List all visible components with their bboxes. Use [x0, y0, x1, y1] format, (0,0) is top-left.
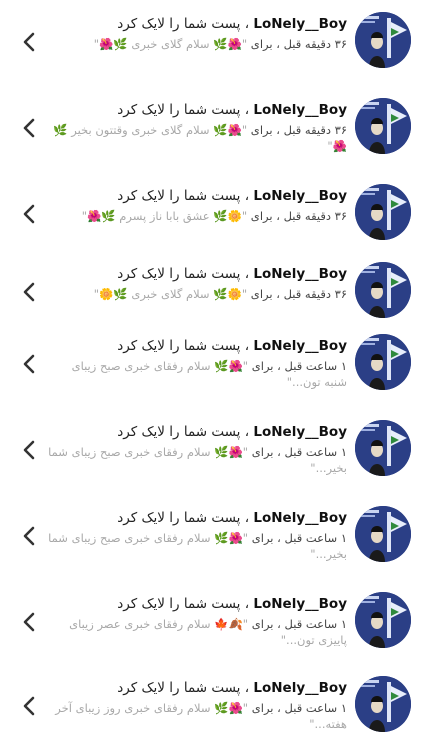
notification-item[interactable]: LoNely__Boy ، پست شما را لایک کرد ۳۶ دقی…	[0, 86, 421, 172]
notification-headline: LoNely__Boy ، پست شما را لایک کرد	[47, 678, 347, 698]
action-text: ، پست شما را لایک کرد	[117, 338, 254, 354]
for-label: ، برای	[248, 617, 285, 631]
action-text: ، پست شما را لایک کرد	[117, 266, 254, 282]
notification-item[interactable]: LoNely__Boy ، پست شما را لایک کرد ۱ ساعت…	[0, 580, 421, 666]
username[interactable]: LoNely__Boy	[253, 338, 347, 354]
for-label: ، برای	[247, 287, 284, 301]
action-text: ، پست شما را لایک کرد	[117, 16, 254, 32]
post-thumbnail-avatar[interactable]	[355, 184, 411, 240]
notification-headline: LoNely__Boy ، پست شما را لایک کرد	[47, 508, 347, 528]
notification-detail: ۱ ساعت قبل ، برای "🌺🌿 سلام رفقای خبری رو…	[47, 700, 347, 732]
username[interactable]: LoNely__Boy	[253, 596, 347, 612]
post-thumbnail-avatar[interactable]	[355, 420, 411, 476]
notification-detail: ۳۶ دقیقه قبل ، برای "🌼🌿 سلام گلای خبری 🌿…	[47, 286, 347, 302]
username[interactable]: LoNely__Boy	[253, 188, 347, 204]
username[interactable]: LoNely__Boy	[253, 266, 347, 282]
notification-text: LoNely__Boy ، پست شما را لایک کرد ۱ ساعت…	[47, 508, 347, 562]
notification-text: LoNely__Boy ، پست شما را لایک کرد ۳۶ دقی…	[47, 186, 347, 224]
post-thumbnail-avatar[interactable]	[355, 262, 411, 318]
notification-text: LoNely__Boy ، پست شما را لایک کرد ۳۶ دقی…	[47, 264, 347, 302]
notification-headline: LoNely__Boy ، پست شما را لایک کرد	[47, 100, 347, 120]
notification-text: LoNely__Boy ، پست شما را لایک کرد ۱ ساعت…	[47, 678, 347, 732]
notification-detail: ۱ ساعت قبل ، برای "🌺🌿 سلام رفقای خبری صب…	[47, 530, 347, 562]
chevron-left-icon[interactable]	[18, 352, 42, 376]
post-caption[interactable]: "🌼🌿 سلام گلای خبری 🌿🌼"	[94, 287, 247, 301]
notification-item[interactable]: LoNely__Boy ، پست شما را لایک کرد ۱ ساعت…	[0, 322, 421, 408]
notification-item[interactable]: LoNely__Boy ، پست شما را لایک کرد ۱ ساعت…	[0, 664, 421, 750]
notification-detail: ۳۶ دقیقه قبل ، برای "🌼🌿 عشق بابا ناز پسر…	[47, 208, 347, 224]
post-thumbnail-avatar[interactable]	[355, 12, 411, 68]
username[interactable]: LoNely__Boy	[253, 424, 347, 440]
timestamp: ۳۶ دقیقه قبل	[283, 287, 347, 301]
notification-detail: ۱ ساعت قبل ، برای "🌺🌿 سلام رفقای خبری صب…	[47, 444, 347, 476]
chevron-left-icon[interactable]	[18, 524, 42, 548]
chevron-left-icon[interactable]	[18, 116, 42, 140]
chevron-left-icon[interactable]	[18, 694, 42, 718]
for-label: ، برای	[248, 531, 285, 545]
action-text: ، پست شما را لایک کرد	[117, 596, 254, 612]
chevron-left-icon[interactable]	[18, 280, 42, 304]
post-caption[interactable]: "🌼🌿 عشق بابا ناز پسرم 🌿🌺"	[82, 209, 247, 223]
post-thumbnail-avatar[interactable]	[355, 334, 411, 390]
notification-text: LoNely__Boy ، پست شما را لایک کرد ۱ ساعت…	[47, 422, 347, 476]
action-text: ، پست شما را لایک کرد	[117, 680, 254, 696]
notification-item[interactable]: LoNely__Boy ، پست شما را لایک کرد ۳۶ دقی…	[0, 172, 421, 258]
notification-detail: ۳۶ دقیقه قبل ، برای "🌺🌿 سلام گلای خبری و…	[47, 122, 347, 154]
notification-text: LoNely__Boy ، پست شما را لایک کرد ۱ ساعت…	[47, 594, 347, 648]
notification-text: LoNely__Boy ، پست شما را لایک کرد ۳۶ دقی…	[47, 14, 347, 52]
for-label: ، برای	[248, 701, 285, 715]
timestamp: ۳۶ دقیقه قبل	[283, 209, 347, 223]
timestamp: ۱ ساعت قبل	[284, 701, 347, 715]
action-text: ، پست شما را لایک کرد	[117, 510, 254, 526]
action-text: ، پست شما را لایک کرد	[117, 102, 254, 118]
action-text: ، پست شما را لایک کرد	[117, 188, 254, 204]
timestamp: ۱ ساعت قبل	[284, 359, 347, 373]
notification-headline: LoNely__Boy ، پست شما را لایک کرد	[47, 336, 347, 356]
post-thumbnail-avatar[interactable]	[355, 592, 411, 648]
notification-item[interactable]: LoNely__Boy ، پست شما را لایک کرد ۳۶ دقی…	[0, 0, 421, 86]
notification-headline: LoNely__Boy ، پست شما را لایک کرد	[47, 264, 347, 284]
for-label: ، برای	[248, 359, 285, 373]
notification-list: LoNely__Boy ، پست شما را لایک کرد ۳۶ دقی…	[0, 0, 421, 750]
chevron-left-icon[interactable]	[18, 202, 42, 226]
chevron-left-icon[interactable]	[18, 30, 42, 54]
for-label: ، برای	[248, 445, 285, 459]
action-text: ، پست شما را لایک کرد	[117, 424, 254, 440]
post-thumbnail-avatar[interactable]	[355, 98, 411, 154]
notification-text: LoNely__Boy ، پست شما را لایک کرد ۱ ساعت…	[47, 336, 347, 390]
timestamp: ۱ ساعت قبل	[284, 617, 347, 631]
post-thumbnail-avatar[interactable]	[355, 676, 411, 732]
for-label: ، برای	[247, 123, 284, 137]
chevron-left-icon[interactable]	[18, 438, 42, 462]
for-label: ، برای	[247, 37, 284, 51]
notification-detail: ۱ ساعت قبل ، برای "🍂🍁 سلام رفقای خبری عص…	[47, 616, 347, 648]
timestamp: ۱ ساعت قبل	[284, 531, 347, 545]
username[interactable]: LoNely__Boy	[253, 680, 347, 696]
username[interactable]: LoNely__Boy	[253, 102, 347, 118]
username[interactable]: LoNely__Boy	[253, 16, 347, 32]
notification-item[interactable]: LoNely__Boy ، پست شما را لایک کرد ۱ ساعت…	[0, 408, 421, 494]
notification-headline: LoNely__Boy ، پست شما را لایک کرد	[47, 594, 347, 614]
timestamp: ۱ ساعت قبل	[284, 445, 347, 459]
for-label: ، برای	[247, 209, 284, 223]
notification-headline: LoNely__Boy ، پست شما را لایک کرد	[47, 186, 347, 206]
post-thumbnail-avatar[interactable]	[355, 506, 411, 562]
username[interactable]: LoNely__Boy	[253, 510, 347, 526]
chevron-left-icon[interactable]	[18, 610, 42, 634]
notification-item[interactable]: LoNely__Boy ، پست شما را لایک کرد ۱ ساعت…	[0, 494, 421, 580]
timestamp: ۳۶ دقیقه قبل	[283, 123, 347, 137]
notification-detail: ۳۶ دقیقه قبل ، برای "🌺🌿 سلام گلای خبری 🌿…	[47, 36, 347, 52]
notification-detail: ۱ ساعت قبل ، برای "🌺🌿 سلام رفقای خبری صب…	[47, 358, 347, 390]
timestamp: ۳۶ دقیقه قبل	[283, 37, 347, 51]
notification-headline: LoNely__Boy ، پست شما را لایک کرد	[47, 422, 347, 442]
notification-text: LoNely__Boy ، پست شما را لایک کرد ۳۶ دقی…	[47, 100, 347, 154]
notification-headline: LoNely__Boy ، پست شما را لایک کرد	[47, 14, 347, 34]
post-caption[interactable]: "🌺🌿 سلام گلای خبری 🌿🌺"	[94, 37, 247, 51]
